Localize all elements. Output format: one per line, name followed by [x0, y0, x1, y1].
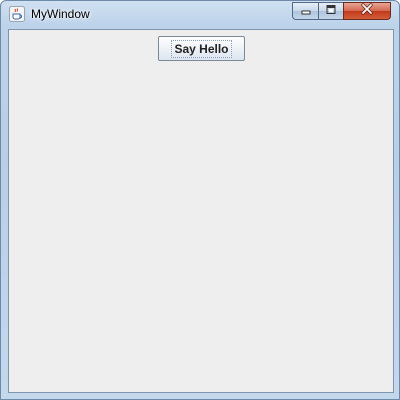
content-pane: Say Hello	[8, 29, 394, 393]
close-button[interactable]	[343, 2, 391, 20]
minimize-button[interactable]	[292, 2, 319, 20]
app-window: MyWindow Say Hello	[0, 0, 400, 400]
say-hello-button[interactable]: Say Hello	[158, 36, 245, 61]
java-coffee-cup-icon[interactable]	[9, 6, 25, 22]
minimize-icon	[300, 2, 312, 20]
say-hello-label: Say Hello	[171, 39, 232, 58]
maximize-button[interactable]	[318, 2, 344, 20]
window-title: MyWindow	[31, 7, 90, 21]
title-bar[interactable]: MyWindow	[1, 1, 399, 28]
maximize-icon	[325, 2, 337, 20]
close-icon	[360, 2, 374, 20]
